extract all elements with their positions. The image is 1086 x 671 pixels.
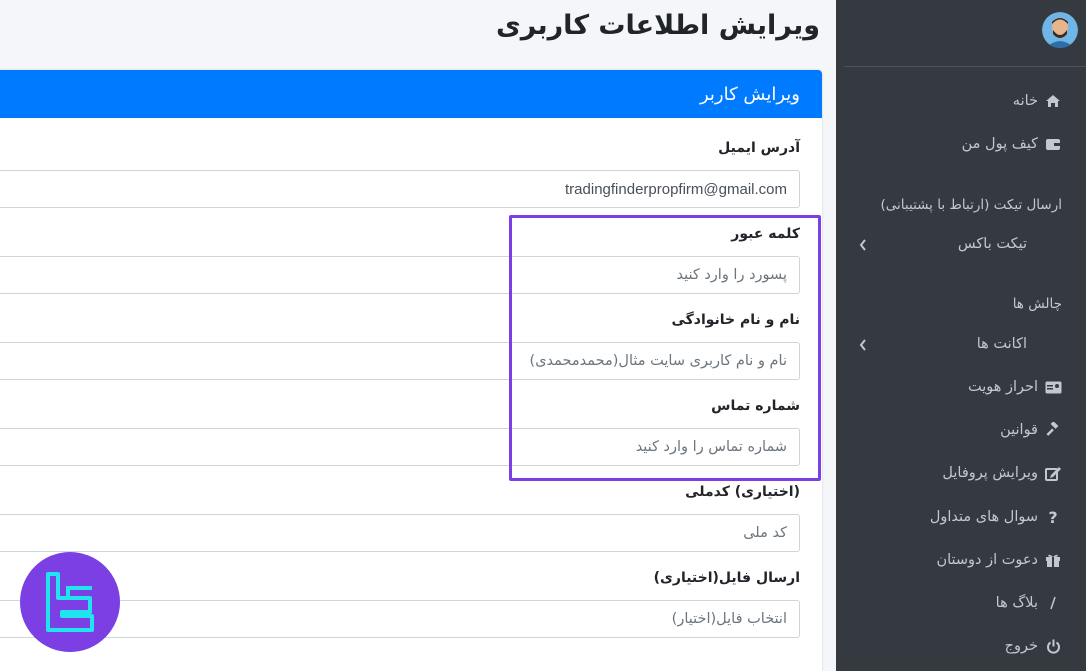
sidebar-header-ticket: ارسال تیکت (ارتباط با پشتیبانی) [880,197,1062,213]
sidebar-item-label: خروج [1004,638,1038,654]
phone-group: شماره تماس شماره تماس را وارد کنید [0,396,800,466]
national-code-group: (اختیاری) کدملی کد ملی [0,482,800,552]
gift-icon [1044,552,1062,568]
chevron-left-icon[interactable] [858,238,868,252]
national-code-field[interactable]: کد ملی [0,514,800,552]
sidebar-item-blogs[interactable]: بلاگ ها [836,589,1062,617]
sidebar-item-logout[interactable]: خروج [836,632,1062,660]
id-card-icon [1044,379,1062,395]
main-content: ویرایش اطلاعات کاربری ویرایش کاربر آدرس … [0,0,836,671]
email-field[interactable]: tradingfinderpropfirm@gmail.com [0,170,800,208]
card-header: ویرایش کاربر [0,70,822,118]
sidebar-item-label: اکانت ها [976,336,1027,352]
fullname-field[interactable]: نام و نام کاربری سایت مثال(محمدمحمدی) [0,342,800,380]
blog-icon [1044,595,1062,611]
sidebar-item-label: دعوت از دوستان [936,552,1038,568]
fullname-label: نام و نام خانوادگی [671,312,800,328]
phone-label: شماره تماس [711,398,800,414]
password-field[interactable]: پسورد را وارد کنید [0,256,800,294]
sidebar-item-label: تیکت باکس [957,236,1027,252]
chevron-left-icon[interactable] [858,338,868,352]
email-label: آدرس ایمیل [718,140,800,156]
sidebar-divider [844,66,1086,67]
sidebar-item-invite[interactable]: دعوت از دوستان [836,546,1062,574]
sidebar-item-label: احراز هویت [967,379,1038,395]
password-group: کلمه عبور پسورد را وارد کنید [0,224,800,294]
file-label: ارسال فایل(اختیاری) [653,570,800,586]
sidebar-item-home[interactable]: خانه [836,87,1062,115]
phone-field[interactable]: شماره تماس را وارد کنید [0,428,800,466]
national-code-label: (اختیاری) کدملی [685,484,800,500]
home-icon [1044,93,1062,109]
edit-user-card: ویرایش کاربر آدرس ایمیل tradingfinderpro… [0,70,822,671]
gavel-icon [1044,422,1062,438]
file-field[interactable]: انتخاب فایل(اختیار) [0,600,800,638]
wallet-icon [1044,136,1062,152]
page-title: ویرایش اطلاعات کاربری [495,10,820,41]
file-group: ارسال فایل(اختیاری) انتخاب فایل(اختیار) [0,568,800,638]
question-icon: ? [1048,507,1058,527]
password-label: کلمه عبور [731,226,800,242]
sidebar-header-challenges: چالش ها [1012,296,1062,312]
sidebar-item-label: ویرایش پروفایل [942,465,1038,481]
sidebar-item-label: کیف پول من [961,136,1038,152]
edit-icon [1044,465,1062,481]
brand-logo-icon [46,572,94,632]
sidebar-item-label: خانه [1012,93,1038,109]
avatar[interactable] [1042,12,1078,48]
brand-logo [20,552,120,652]
sidebar-item-faq[interactable]: ? سوال های متداول [836,503,1062,531]
sidebar-item-label: قوانین [1000,422,1038,438]
sidebar-item-verification[interactable]: احراز هویت [836,373,1062,401]
sidebar: خانه کیف پول من ارسال تیکت (ارتباط با پش… [836,0,1086,671]
email-group: آدرس ایمیل tradingfinderpropfirm@gmail.c… [0,138,800,208]
sidebar-item-edit-profile[interactable]: ویرایش پروفایل [836,459,1062,487]
fullname-group: نام و نام خانوادگی نام و نام کاربری سایت… [0,310,800,380]
power-icon [1044,638,1062,654]
sidebar-item-wallet[interactable]: کیف پول من [836,130,1062,158]
sidebar-item-label: سوال های متداول [929,509,1038,525]
sidebar-item-label: بلاگ ها [995,595,1038,611]
sidebar-item-rules[interactable]: قوانین [836,416,1062,444]
